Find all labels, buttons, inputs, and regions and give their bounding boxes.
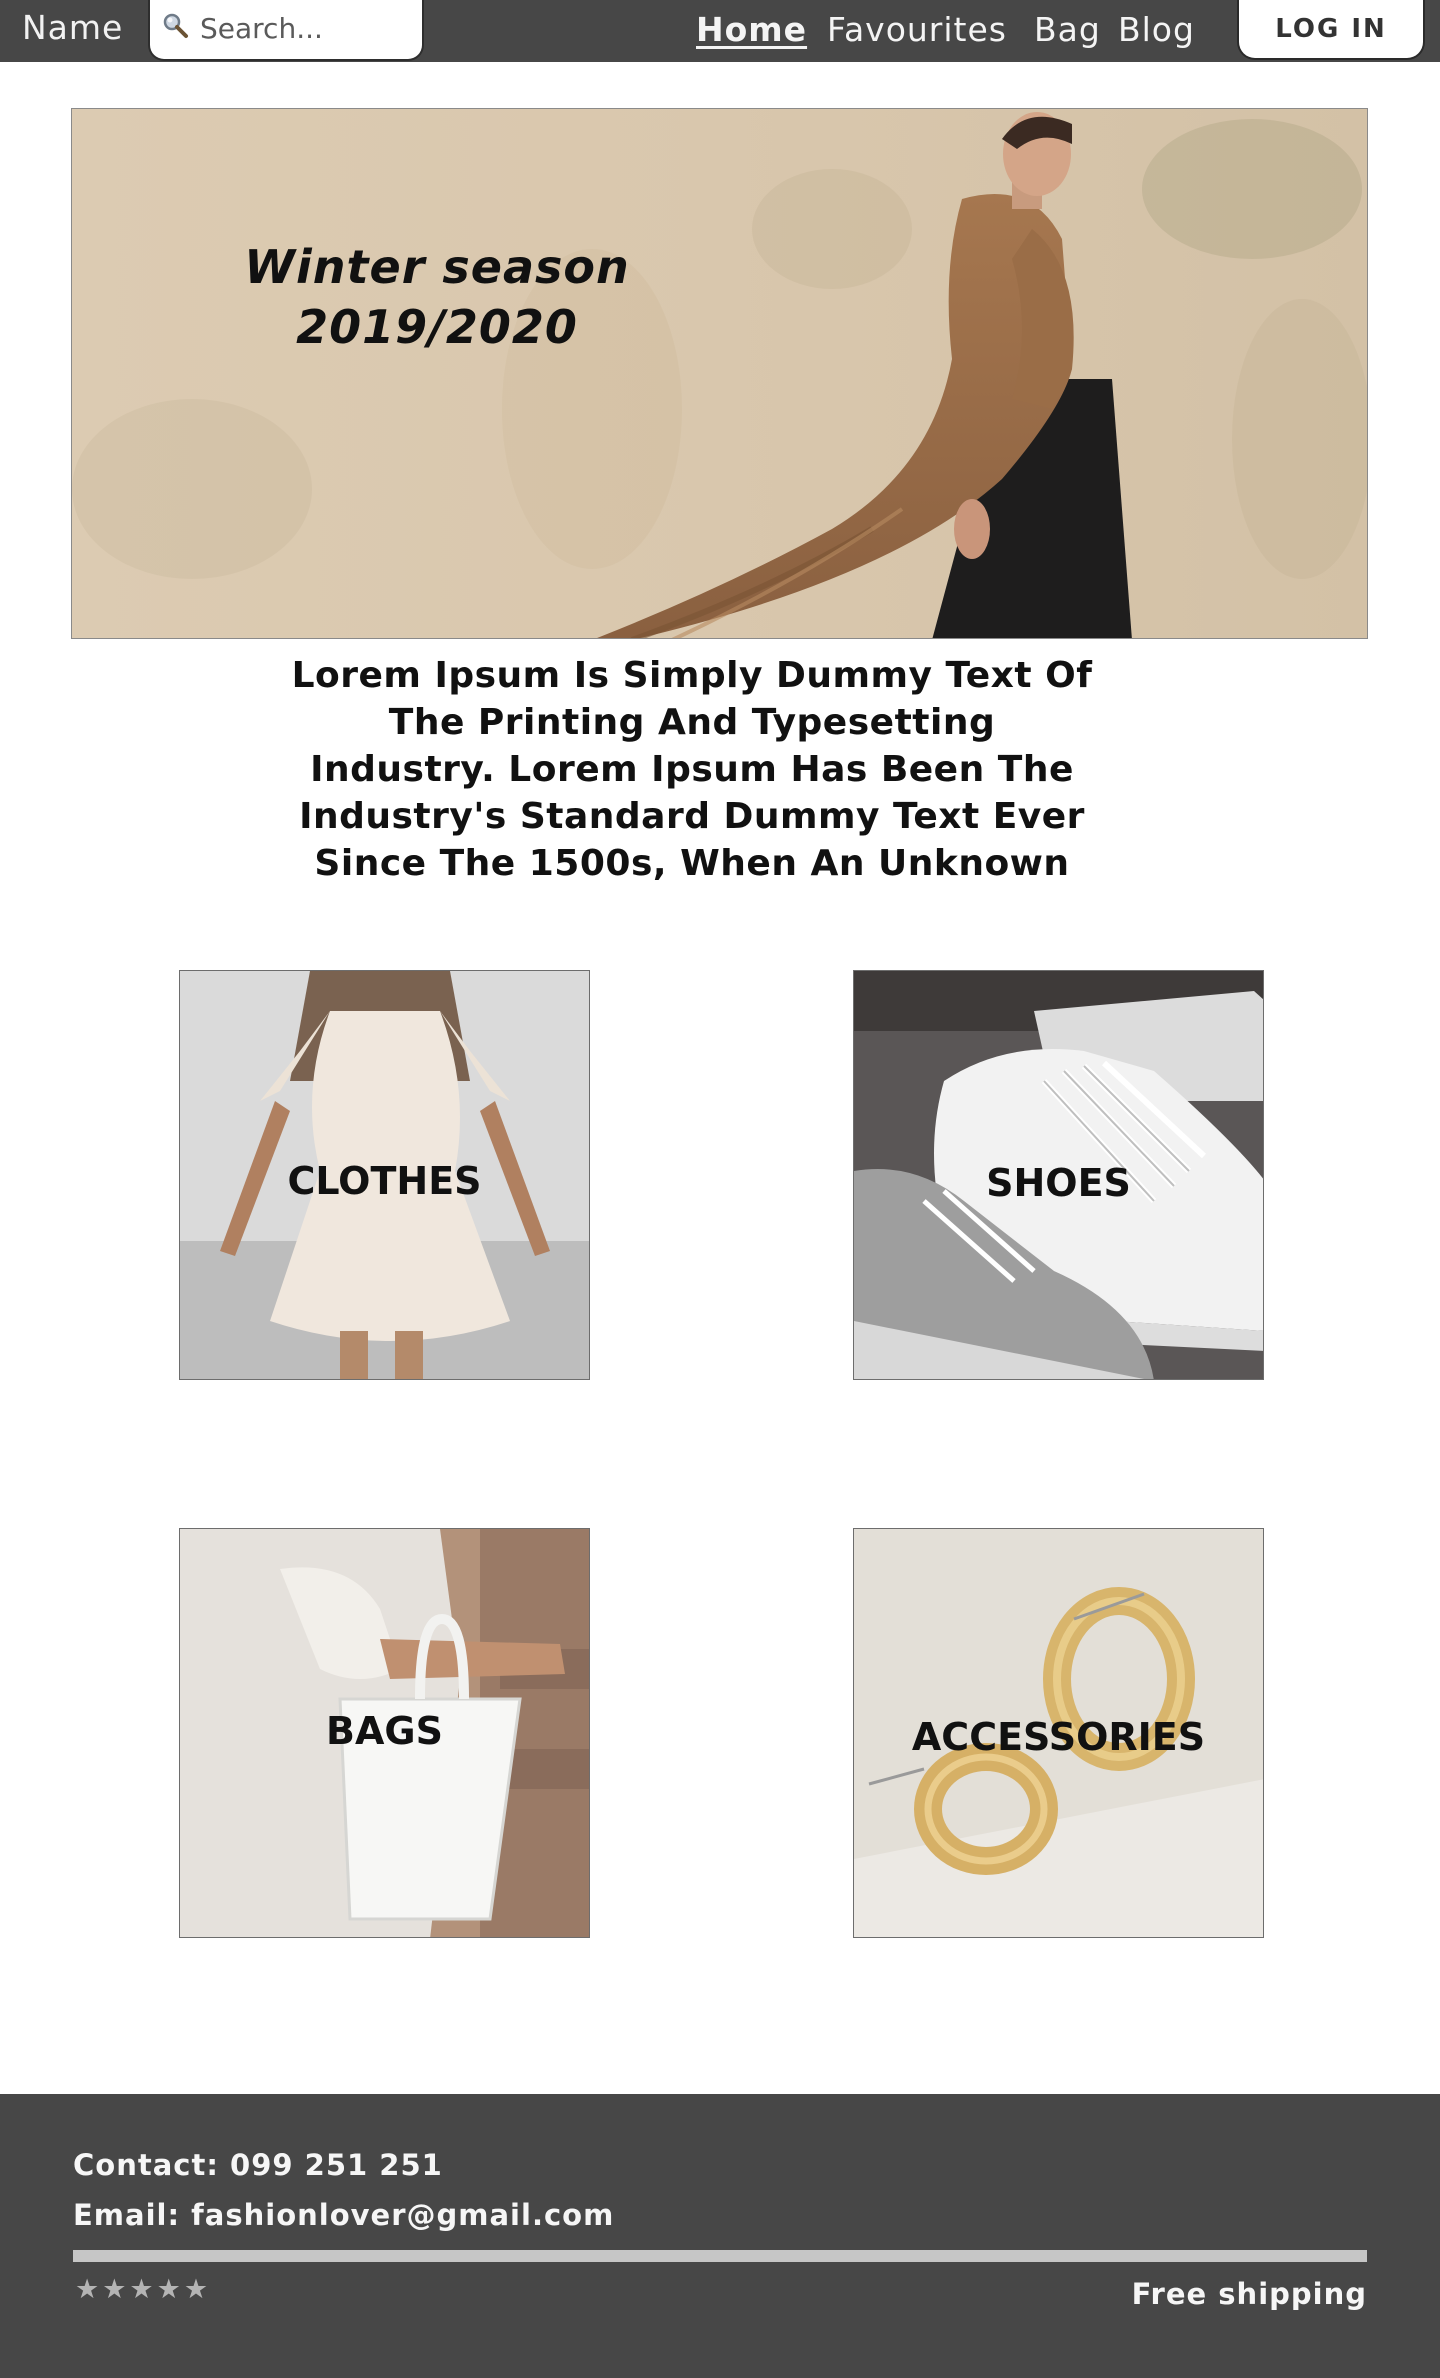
free-shipping-label: Free shipping: [1131, 2277, 1367, 2311]
category-label-accessories: ACCESSORIES: [911, 1715, 1206, 1759]
category-card-bags[interactable]: BAGS: [179, 1528, 590, 1938]
category-card-clothes[interactable]: CLOTHES: [179, 970, 590, 1380]
hero-image: [72, 109, 1367, 638]
hero-title: Winter season 2019/2020: [232, 237, 642, 357]
category-card-accessories[interactable]: ACCESSORIES: [853, 1528, 1264, 1938]
footer: Contact: 099 251 251 Email: fashionlover…: [0, 2094, 1440, 2378]
hero-title-line1: Winter season: [244, 240, 630, 294]
nav-link-blog[interactable]: Blog: [1118, 10, 1195, 49]
category-label-clothes: CLOTHES: [287, 1159, 482, 1203]
login-button[interactable]: LOG IN: [1237, 0, 1425, 60]
footer-contact: Contact: 099 251 251: [73, 2148, 443, 2182]
footer-email[interactable]: Email: fashionlover@gmail.com: [73, 2198, 614, 2232]
category-label-bags: BAGS: [326, 1709, 443, 1753]
main-nav: Home Favourites Bag Blog: [0, 10, 1440, 54]
nav-link-bag[interactable]: Bag: [1034, 10, 1101, 49]
footer-divider: [73, 2250, 1367, 2262]
hero-banner: Winter season 2019/2020: [71, 108, 1368, 639]
category-label-shoes: SHOES: [986, 1161, 1131, 1205]
nav-link-favourites[interactable]: Favourites: [827, 10, 1007, 49]
top-navbar: Name Home Favourites Bag Blog LOG IN: [0, 0, 1440, 62]
rating-stars: ★★★★★: [75, 2274, 212, 2305]
hero-title-line2: 2019/2020: [296, 300, 578, 354]
intro-text: Lorem Ipsum Is Simply Dummy Text Of The …: [291, 655, 1093, 884]
nav-link-home[interactable]: Home: [696, 10, 807, 49]
category-card-shoes[interactable]: SHOES: [853, 970, 1264, 1380]
